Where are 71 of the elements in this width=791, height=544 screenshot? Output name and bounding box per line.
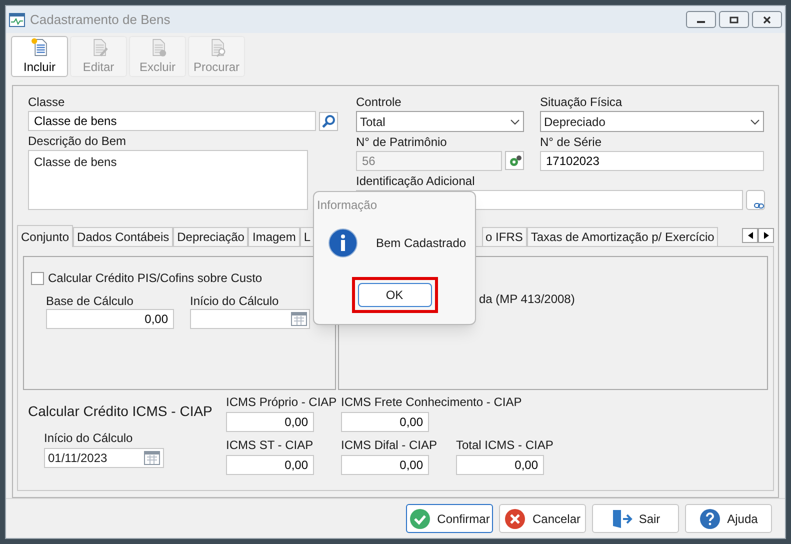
field-label: Controle bbox=[356, 95, 402, 110]
checkbox[interactable] bbox=[31, 272, 44, 284]
link-icon bbox=[754, 203, 764, 209]
field-label: Classe bbox=[28, 95, 66, 110]
dialog-button[interactable]: Confirmar bbox=[406, 504, 493, 533]
field-label: Início do Cálculo bbox=[44, 431, 134, 446]
field-label: N° de Patrimônio bbox=[356, 135, 448, 150]
chevron-down-icon bbox=[510, 118, 520, 124]
input-field[interactable]: 0,00 bbox=[341, 412, 429, 432]
tab[interactable]: Depreciação bbox=[173, 227, 248, 246]
pulse-chart-icon bbox=[9, 12, 25, 26]
generate-button[interactable] bbox=[505, 151, 524, 170]
triangle-left-icon bbox=[748, 232, 752, 239]
input-field[interactable]: 0,00 bbox=[341, 455, 429, 475]
dialog-button[interactable]: Cancelar bbox=[499, 504, 586, 533]
checkbox-label: Calcular Crédito PIS/Cofins sobre Custo bbox=[48, 270, 262, 287]
dialog-message: Bem Cadastrado bbox=[376, 235, 466, 252]
calendar-icon[interactable] bbox=[144, 451, 160, 465]
minimize-button[interactable] bbox=[686, 11, 716, 28]
close-icon bbox=[504, 508, 526, 530]
check-icon bbox=[409, 508, 432, 530]
field-label: Total ICMS - CIAP bbox=[456, 438, 554, 453]
field-label: Situação Física bbox=[540, 95, 624, 110]
tab[interactable]: o IFRS bbox=[482, 227, 527, 246]
field-label: ICMS Difal - CIAP bbox=[341, 438, 438, 453]
input-field[interactable]: 0,00 bbox=[226, 412, 314, 432]
exit-door-icon bbox=[610, 508, 633, 530]
close-button[interactable] bbox=[752, 11, 782, 28]
maximize-button[interactable] bbox=[719, 11, 749, 28]
input-field[interactable]: 0,00 bbox=[456, 455, 544, 475]
calendar-icon[interactable] bbox=[291, 312, 307, 326]
close-icon bbox=[762, 16, 772, 24]
ok-button[interactable]: OK bbox=[358, 283, 432, 307]
date-field[interactable] bbox=[190, 309, 310, 329]
option-label: da (MP 413/2008) bbox=[479, 292, 575, 306]
info-icon bbox=[328, 228, 358, 258]
dropdown[interactable]: Total bbox=[356, 111, 524, 132]
tab[interactable]: Taxas de Amortização p/ Exercício bbox=[526, 227, 718, 246]
input-field[interactable]: 17102023 bbox=[540, 151, 764, 171]
scroll-left-button[interactable] bbox=[742, 228, 758, 243]
tab[interactable]: Dados Contábeis bbox=[73, 227, 174, 246]
field-label: Base de Cálculo bbox=[46, 294, 134, 309]
input-field[interactable]: 0,00 bbox=[226, 455, 314, 475]
field-label: ICMS Próprio - CIAP bbox=[226, 395, 337, 410]
dialog-button[interactable]: Sair bbox=[592, 504, 679, 533]
triangle-right-icon bbox=[764, 232, 768, 239]
field-label: Início do Cálculo bbox=[190, 294, 280, 309]
maximize-icon bbox=[729, 16, 739, 24]
window-title: Cadastramento de Bens bbox=[30, 10, 170, 29]
field-label: N° de Série bbox=[540, 135, 602, 150]
input-field[interactable]: Classe de bens bbox=[28, 111, 316, 131]
description-field[interactable]: Classe de bens bbox=[28, 150, 308, 210]
scroll-right-button[interactable] bbox=[758, 228, 774, 243]
tab[interactable]: Imagem bbox=[248, 227, 300, 246]
search-icon bbox=[322, 114, 336, 128]
dropdown[interactable]: Depreciado bbox=[540, 111, 764, 132]
input-field[interactable]: 0,00 bbox=[46, 309, 174, 329]
dialog-button[interactable]: Ajuda bbox=[685, 504, 772, 533]
dialog-title: Informação bbox=[316, 197, 378, 214]
date-field[interactable]: 01/11/2023 bbox=[44, 448, 164, 468]
section-title: Calcular Crédito ICMS - CIAP bbox=[28, 402, 214, 421]
tab[interactable]: Conjunto bbox=[17, 225, 74, 247]
field-label: ICMS ST - CIAP bbox=[226, 438, 314, 453]
chevron-down-icon bbox=[750, 118, 760, 124]
field-label: Descrição do Bem bbox=[28, 134, 128, 149]
link-button[interactable] bbox=[746, 190, 765, 210]
field-label: ICMS Frete Conhecimento - CIAP bbox=[341, 395, 522, 410]
toolbar-button[interactable]: Incluir bbox=[11, 36, 68, 77]
search-button[interactable] bbox=[319, 112, 338, 130]
field-label: Identificação Adicional bbox=[356, 174, 476, 189]
help-icon bbox=[699, 508, 722, 530]
